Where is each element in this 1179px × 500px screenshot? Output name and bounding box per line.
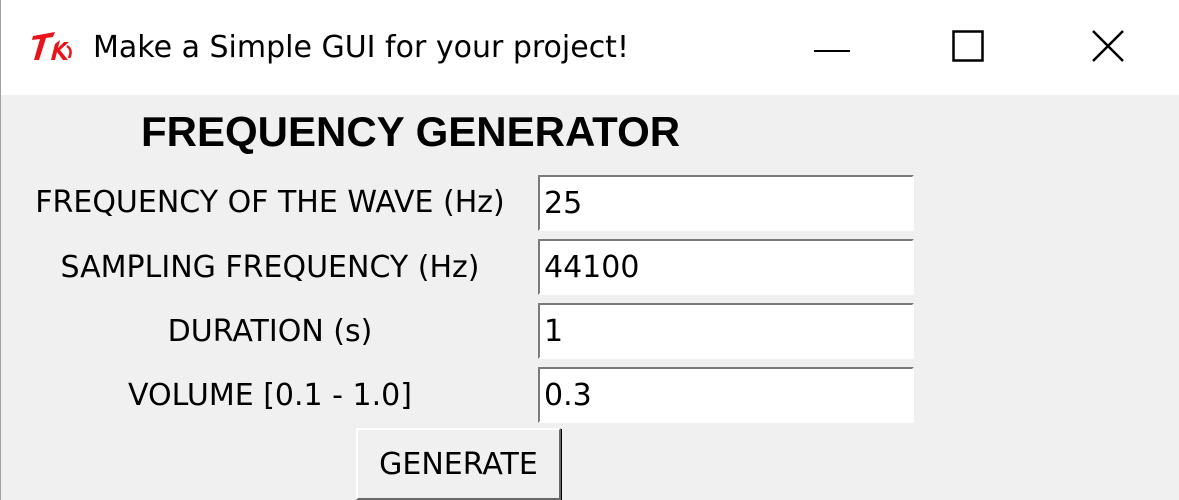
main-content: FREQUENCY GENERATOR FREQUENCY OF THE WAV… [1,95,1179,500]
duration-label: DURATION (s) [167,314,373,349]
close-icon [1091,29,1125,67]
generate-button[interactable]: GENERATE [356,428,561,500]
sampling-frequency-label: SAMPLING FREQUENCY (Hz) [60,250,480,285]
app-window: Make a Simple GUI for your project! FREQ… [0,0,1179,500]
title-bar[interactable]: Make a Simple GUI for your project! [1,0,1179,95]
frequency-input[interactable] [538,175,914,231]
volume-label: VOLUME [0.1 - 1.0] [128,378,412,413]
frequency-label: FREQUENCY OF THE WAVE (Hz) [35,185,505,220]
page-title: FREQUENCY GENERATOR [141,108,681,155]
window-title: Make a Simple GUI for your project! [93,30,629,65]
volume-input[interactable] [538,367,914,423]
maximize-icon [952,29,984,66]
sampling-frequency-input[interactable] [538,239,914,295]
tk-feather-icon [29,26,79,66]
close-button[interactable] [1041,0,1175,95]
minimize-icon [814,38,850,57]
duration-input[interactable] [538,303,914,359]
maximize-button[interactable] [901,0,1035,95]
minimize-button[interactable] [765,0,899,95]
